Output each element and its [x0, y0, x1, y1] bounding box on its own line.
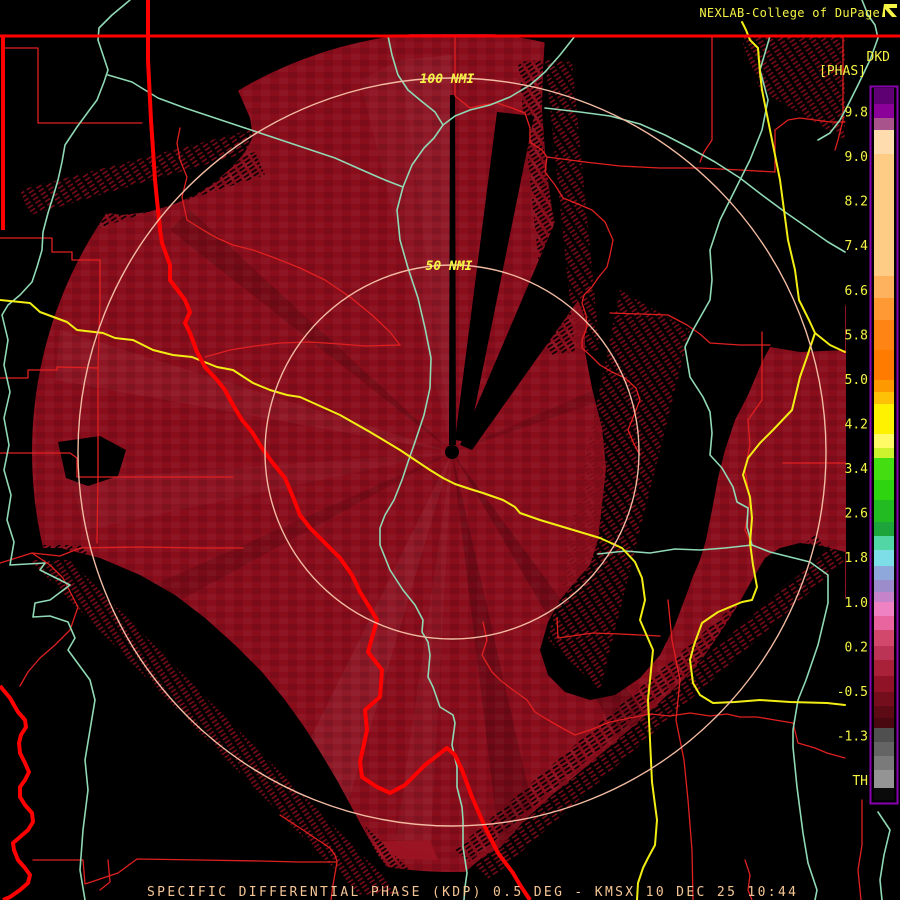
color-scale-tick-label: 9.8: [845, 106, 868, 121]
status-text: SPECIFIC DIFFERENTIAL PHASE (KDP) 0.5 DE…: [147, 885, 798, 900]
color-scale-tick-label: -0.5: [837, 685, 868, 700]
product-units: [PHAS]: [819, 64, 866, 79]
color-scale-segment: [874, 522, 894, 536]
color-scale-segment: [874, 742, 894, 756]
color-scale-segment: [874, 718, 894, 728]
color-scale-segment: [874, 692, 894, 706]
color-scale-segment: [874, 770, 894, 788]
color-scale-segment: [874, 660, 894, 676]
color-scale-segment: [874, 728, 894, 742]
radar-display: 100 NMI 50 NMI 9.8 9.0 8.2 7.4 6.6 5.8 5.0 4.2 3.…: [0, 0, 900, 900]
color-scale-segment: [874, 580, 894, 592]
color-scale-tick-label: 8.2: [845, 195, 868, 210]
color-scale-segment: [874, 392, 894, 404]
product-code: DKD: [867, 50, 891, 65]
color-scale-segment: [874, 676, 894, 692]
color-scale-tick-label: 1.8: [845, 551, 868, 566]
color-scale-tick-label: 3.4: [845, 462, 869, 477]
color-scale-segment: [874, 130, 894, 154]
color-scale-segment: [874, 756, 894, 770]
color-scale-segment: [874, 616, 894, 630]
color-scale-segment: [874, 646, 894, 660]
color-scale-segment: [874, 448, 894, 458]
color-scale-segment: [874, 88, 894, 104]
color-scale-segment: [874, 276, 894, 298]
color-scale-tick-label: 5.0: [845, 373, 868, 388]
color-scale-segment: [874, 404, 894, 434]
color-scale-tick-label: 5.8: [845, 328, 868, 343]
radar-site-dot: [445, 445, 459, 459]
color-scale-segment: [874, 536, 894, 550]
color-scale-tick-label: 7.4: [845, 239, 869, 254]
page-title: NEXLAB-College of DuPage: [699, 6, 880, 20]
color-scale-segment: [874, 706, 894, 718]
range-ring-label: 100 NMI: [420, 72, 475, 87]
color-scale-segment: [874, 480, 894, 500]
color-scale-segment: [874, 154, 894, 276]
color-scale-segment: [874, 602, 894, 616]
color-scale-segment: [874, 788, 894, 800]
color-scale-segment: [874, 298, 894, 320]
color-scale-segment: [874, 118, 894, 130]
color-scale-tick-label: 2.6: [845, 507, 868, 522]
color-scale-segment: [874, 350, 894, 380]
color-scale-tick-label: 9.0: [845, 150, 868, 165]
range-ring-label: 50 NMI: [426, 259, 473, 274]
color-scale-segment: [874, 434, 894, 448]
color-scale-segment: [874, 592, 894, 602]
color-scale-tick-label: TH: [852, 774, 868, 789]
color-scale-segment: [874, 566, 894, 580]
color-scale-tick-label: 4.2: [845, 417, 868, 432]
color-scale-bar: [869, 85, 899, 805]
color-scale-segment: [874, 380, 894, 392]
color-scale-segment: [874, 550, 894, 566]
color-scale-tick-label: 6.6: [845, 284, 868, 299]
color-scale-segment: [874, 458, 894, 480]
color-scale-segment: [874, 104, 894, 118]
color-scale-segment: [874, 630, 894, 646]
color-scale-tick-label: 0.2: [845, 640, 868, 655]
color-scale-tick-label: -1.3: [837, 729, 868, 744]
color-scale-segment: [874, 500, 894, 522]
color-scale-tick-label: 1.0: [845, 596, 868, 611]
color-scale-segment: [874, 320, 894, 350]
